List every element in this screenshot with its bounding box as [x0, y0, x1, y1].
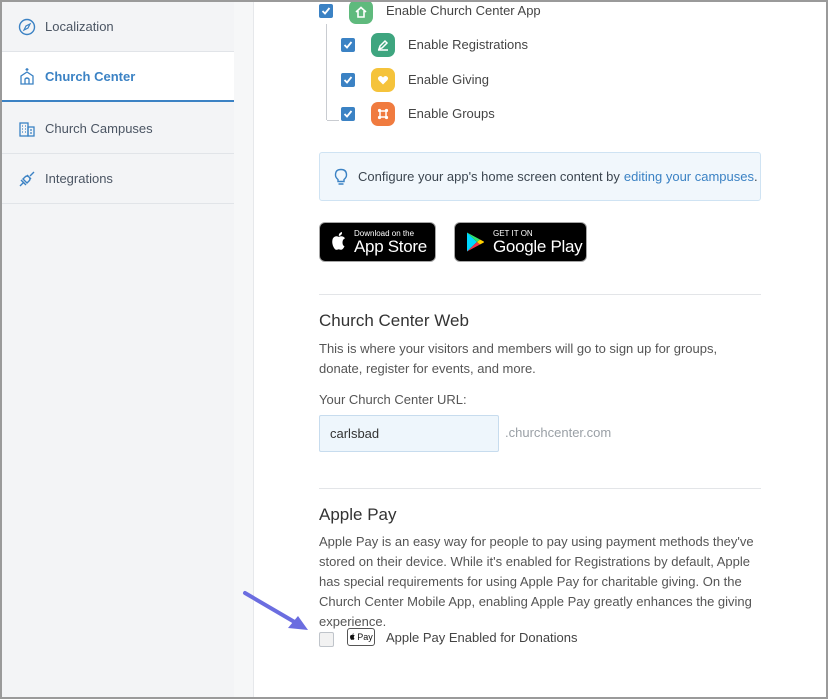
info-suffix: .: [754, 169, 758, 184]
groups-icon: [371, 102, 395, 126]
apple-pay-mark-text: Pay: [357, 632, 373, 642]
apple-pay-checkbox-label: Apple Pay Enabled for Donations: [386, 630, 578, 645]
settings-sidebar: Localization Church Center Church Campus…: [2, 2, 234, 697]
giving-checkbox[interactable]: [341, 73, 355, 87]
sidebar-item-label: Church Center: [45, 68, 136, 84]
groups-label: Enable Groups: [408, 106, 495, 121]
apple-pay-heading: Apple Pay: [319, 505, 397, 524]
section-divider: [319, 294, 761, 295]
church-icon: [18, 67, 36, 85]
building-icon: [18, 120, 36, 138]
editing-campuses-link[interactable]: editing your campuses: [624, 169, 754, 184]
apple-pay-donations-checkbox[interactable]: [319, 632, 334, 647]
info-text: Configure your app's home screen content…: [358, 169, 620, 184]
checkmark-icon: [321, 7, 331, 15]
church-center-app-label: Enable Church Center App: [386, 3, 541, 18]
registrations-checkbox[interactable]: [341, 38, 355, 52]
google-play-big-text: Google Play: [493, 236, 583, 256]
annotation-arrow-icon: [243, 591, 308, 630]
sidebar-item-integrations[interactable]: Integrations: [2, 154, 234, 204]
heart-icon: [371, 68, 395, 92]
giving-label: Enable Giving: [408, 72, 489, 87]
apple-pay-logo: Pay: [347, 628, 375, 646]
groups-checkbox[interactable]: [341, 107, 355, 121]
church-center-url-input[interactable]: [319, 415, 499, 452]
web-section-heading: Church Center Web: [319, 311, 469, 330]
info-callout: Configure your app's home screen content…: [319, 152, 761, 201]
google-play-button[interactable]: GET IT ON Google Play: [454, 222, 587, 262]
pencil-icon: [371, 33, 395, 57]
section-divider: [319, 488, 761, 489]
sidebar-item-localization[interactable]: Localization: [2, 2, 234, 52]
apple-pay-description: Apple Pay is an easy way for people to p…: [319, 534, 754, 629]
sidebar-item-label: Localization: [45, 19, 114, 34]
apple-icon: [350, 633, 355, 640]
sidebar-item-church-campuses[interactable]: Church Campuses: [2, 104, 234, 154]
plug-icon: [18, 170, 36, 188]
web-description: This is where your visitors and members …: [319, 341, 718, 376]
checkmark-icon: [343, 110, 353, 118]
sidebar-item-label: Integrations: [45, 171, 113, 186]
home-icon: [349, 0, 373, 24]
tree-connector: [326, 24, 327, 120]
compass-icon: [18, 18, 36, 36]
url-domain-suffix: .churchcenter.com: [505, 425, 612, 440]
checkmark-icon: [343, 76, 353, 84]
checkmark-icon: [343, 41, 353, 49]
apple-icon: [330, 231, 348, 253]
sidebar-item-church-center[interactable]: Church Center: [2, 52, 234, 102]
tree-connector: [327, 120, 339, 121]
google-play-icon: [465, 231, 485, 253]
lightbulb-icon: [334, 168, 348, 186]
app-store-big-text: App Store: [354, 236, 427, 256]
registrations-label: Enable Registrations: [408, 37, 528, 52]
url-field-label: Your Church Center URL:: [319, 392, 467, 407]
church-center-app-checkbox[interactable]: [319, 4, 333, 18]
sidebar-item-label: Church Campuses: [45, 121, 153, 136]
app-store-button[interactable]: Download on the App Store: [319, 222, 436, 262]
